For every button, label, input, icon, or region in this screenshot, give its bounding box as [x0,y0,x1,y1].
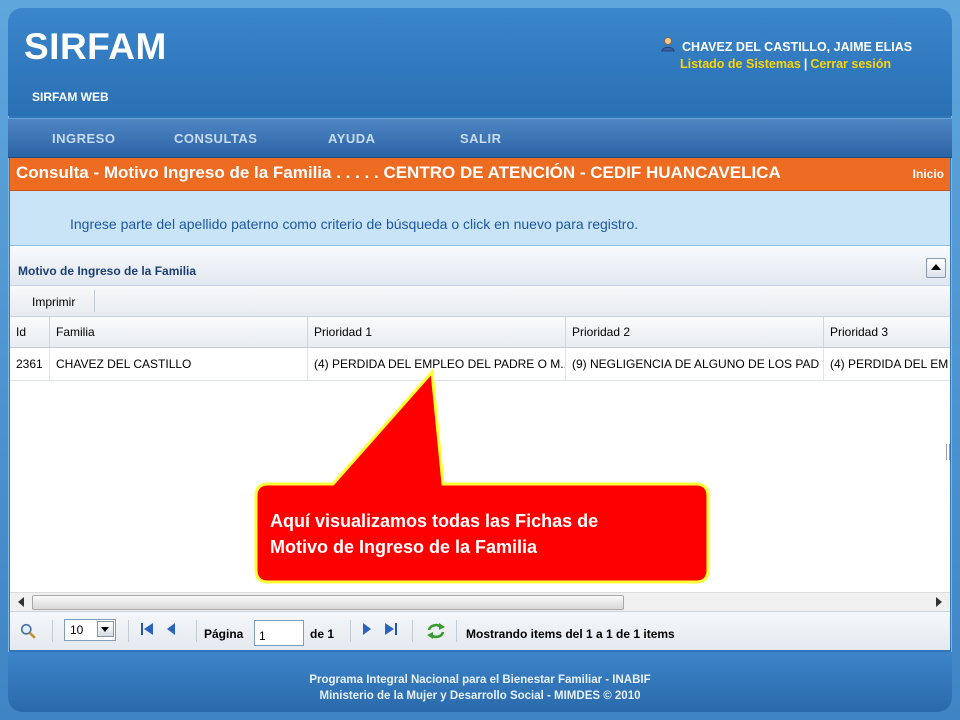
refresh-icon[interactable] [426,622,446,640]
column-header-familia[interactable]: Familia [50,317,308,347]
page-size-value: 10 [70,623,84,637]
collapse-button[interactable] [926,258,946,278]
home-link[interactable]: Inicio [913,167,944,181]
header: SIRFAM SIRFAM WEB CHAVEZ DEL CASTILLO, J… [8,8,952,116]
horizontal-scrollbar[interactable] [10,592,950,611]
table-row[interactable]: 2361 CHAVEZ DEL CASTILLO (4) PERDIDA DEL… [10,348,950,381]
cell-prioridad-3: (4) PERDIDA DEL EM [830,357,949,371]
nav-ingreso[interactable]: INGRESO [52,131,115,146]
grid-toolbar: Imprimir [10,286,950,317]
search-icon[interactable] [20,623,36,639]
logout-link[interactable]: Cerrar sesión [810,57,891,71]
chevron-down-icon[interactable] [97,621,114,637]
scroll-thumb[interactable] [32,595,624,610]
first-page-icon[interactable] [140,622,154,636]
nav-ayuda[interactable]: AYUDA [328,131,376,146]
prev-page-icon[interactable] [166,622,176,636]
toolbar-divider [94,290,95,312]
footer-line-2: Ministerio de la Mujer y Desarrollo Soci… [319,690,641,702]
callout-line-2: Motivo de Ingreso de la Familia [270,537,538,557]
callout-line-1: Aquí visualizamos todas las Fichas de [270,511,599,531]
pager-divider [128,620,129,642]
user-name: CHAVEZ DEL CASTILLO, JAIME ELIAS [682,40,913,54]
systems-list-link[interactable]: Listado de Sistemas [680,57,801,71]
header-links: Listado de Sistemas | Cerrar sesión [680,57,891,71]
last-page-icon[interactable] [384,622,398,636]
page-total: de 1 [310,627,335,641]
grid-panel-title: Motivo de Ingreso de la Familia [18,264,197,278]
link-separator: | [803,57,808,71]
nav-consultas[interactable]: CONSULTAS [174,131,257,146]
vertical-scroll-grip[interactable] [946,444,950,460]
info-message: Ingrese parte del apellido paterno como … [70,216,639,232]
main-nav: INGRESO CONSULTAS AYUDA SALIR [8,118,952,158]
main-content: Consulta - Motivo Ingreso de la Familia … [10,158,950,650]
grid-panel-header: Motivo de Ingreso de la Familia [10,247,950,286]
grid-header-row: Id Familia Prioridad 1 Prioridad 2 Prior… [10,317,950,348]
pager-divider [456,620,457,642]
pager-bar: 10 Página 1 de 1 Mostrando items del 1 a… [10,611,950,650]
cell-familia: CHAVEZ DEL CASTILLO [50,348,308,380]
cell-prioridad-2: (9) NEGLIGENCIA DE ALGUNO DE LOS PAD [566,348,824,380]
print-button[interactable]: Imprimir [32,295,75,309]
app-subtitle: SIRFAM WEB [32,90,109,104]
cell-id: 2361 [10,348,50,380]
footer: Programa Integral Nacional para el Biene… [8,652,952,712]
page-number-input[interactable]: 1 [254,620,304,646]
column-header-prioridad-2[interactable]: Prioridad 2 [566,317,824,347]
pager-divider [350,620,351,642]
info-message-box: Ingrese parte del apellido paterno como … [10,191,950,246]
nav-salir[interactable]: SALIR [460,131,502,146]
page-label: Página [204,627,244,641]
column-header-id[interactable]: Id [10,317,50,347]
user-icon [661,37,675,52]
pager-status: Mostrando items del 1 a 1 de 1 items [466,627,675,641]
column-header-prioridad-3[interactable]: Prioridad 3 [824,317,950,347]
page-size-select[interactable]: 10 [64,619,116,641]
callout-text: Aquí visualizamos todas las Fichas de Mo… [270,508,690,560]
cell-prioridad-1: (4) PERDIDA DEL EMPLEO DEL PADRE O M... [308,348,566,380]
pager-divider [52,620,53,642]
pager-divider [412,620,413,642]
page-title-bar: Consulta - Motivo Ingreso de la Familia … [10,158,950,191]
scroll-left-icon[interactable] [18,597,24,607]
page-title: Consulta - Motivo Ingreso de la Familia … [16,163,781,182]
column-header-prioridad-1[interactable]: Prioridad 1 [308,317,566,347]
pager-divider [196,620,197,642]
next-page-icon[interactable] [362,622,372,636]
app-shell: SIRFAM SIRFAM WEB CHAVEZ DEL CASTILLO, J… [8,8,952,712]
app-logo: SIRFAM [24,26,167,67]
footer-line-1: Programa Integral Nacional para el Biene… [309,674,651,686]
scroll-right-icon[interactable] [936,597,942,607]
